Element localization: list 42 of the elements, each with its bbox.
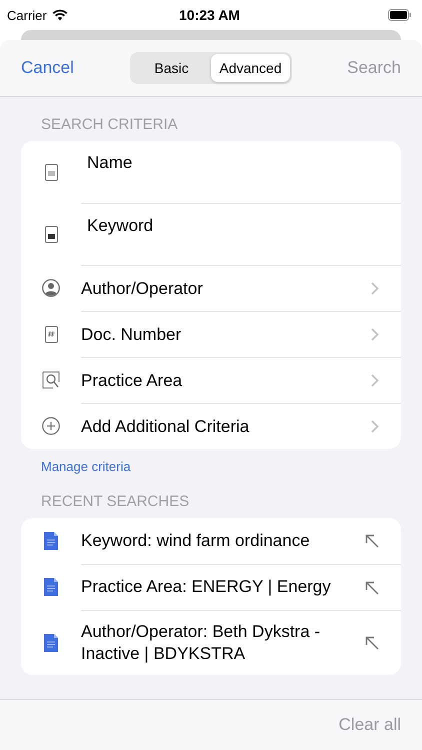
criteria-label: Add Additional Criteria [81, 416, 250, 436]
search-icon [42, 371, 60, 389]
document-icon [44, 634, 58, 652]
recent-search-label: Practice Area: ENERGY | Energy [81, 576, 332, 598]
criteria-label: Author/Operator [81, 278, 204, 298]
criteria-row[interactable]: Doc. Number [81, 311, 401, 357]
manage-criteria-link[interactable]: Manage criteria [21, 449, 401, 474]
segment-tab[interactable]: Advanced [211, 54, 290, 82]
wifi-icon [52, 9, 68, 21]
chevron-icon [371, 328, 379, 341]
recent-search-label: Keyword: wind farm ordinance [81, 530, 311, 552]
document-icon [44, 578, 58, 596]
fill-in-arrow-icon[interactable] [365, 580, 379, 594]
battery-icon [388, 9, 412, 21]
chevron-icon [371, 420, 379, 433]
cancel-button[interactable]: Cancel [21, 58, 101, 78]
section-header: RECENT SEARCHES [40, 492, 190, 512]
criteria-field[interactable]: Name [87, 153, 379, 173]
criteria-row[interactable]: Author/Operator [81, 265, 401, 311]
fill-in-arrow-icon[interactable] [365, 534, 379, 548]
document-icon [44, 164, 58, 180]
section-header: SEARCH CRITERIA [40, 115, 179, 135]
clock-time: 10:23 AM [179, 7, 240, 23]
add-icon [42, 417, 60, 435]
fill-in-arrow-icon[interactable] [365, 636, 379, 650]
recent-search-row[interactable]: Keyword: wind farm ordinance [81, 518, 401, 564]
recent-search-row[interactable]: Practice Area: ENERGY | Energy [81, 564, 401, 610]
carrier-label: Carrier [7, 8, 47, 22]
criteria-row[interactable]: Practice Area [81, 357, 401, 403]
criteria-label: Practice Area [81, 370, 184, 390]
recent-search-row[interactable]: Author/Operator: Beth Dykstra - Inactive | BDYKSTRA [81, 610, 401, 676]
chevron-icon [371, 374, 379, 387]
document-icon [44, 226, 58, 242]
document-icon [44, 532, 58, 550]
recent-search-label: Author/Operator: Beth Dykstra - Inactive | BDYKSTRA [81, 621, 322, 666]
segment-tab[interactable]: Basic [132, 54, 211, 82]
chevron-icon [371, 282, 379, 295]
criteria-row[interactable]: Add Additional Criteria [81, 403, 401, 449]
hash-document-icon [44, 326, 58, 342]
criteria-field[interactable]: Keyword [87, 216, 379, 236]
criteria-label: Doc. Number [81, 324, 182, 344]
person-icon [42, 279, 60, 297]
